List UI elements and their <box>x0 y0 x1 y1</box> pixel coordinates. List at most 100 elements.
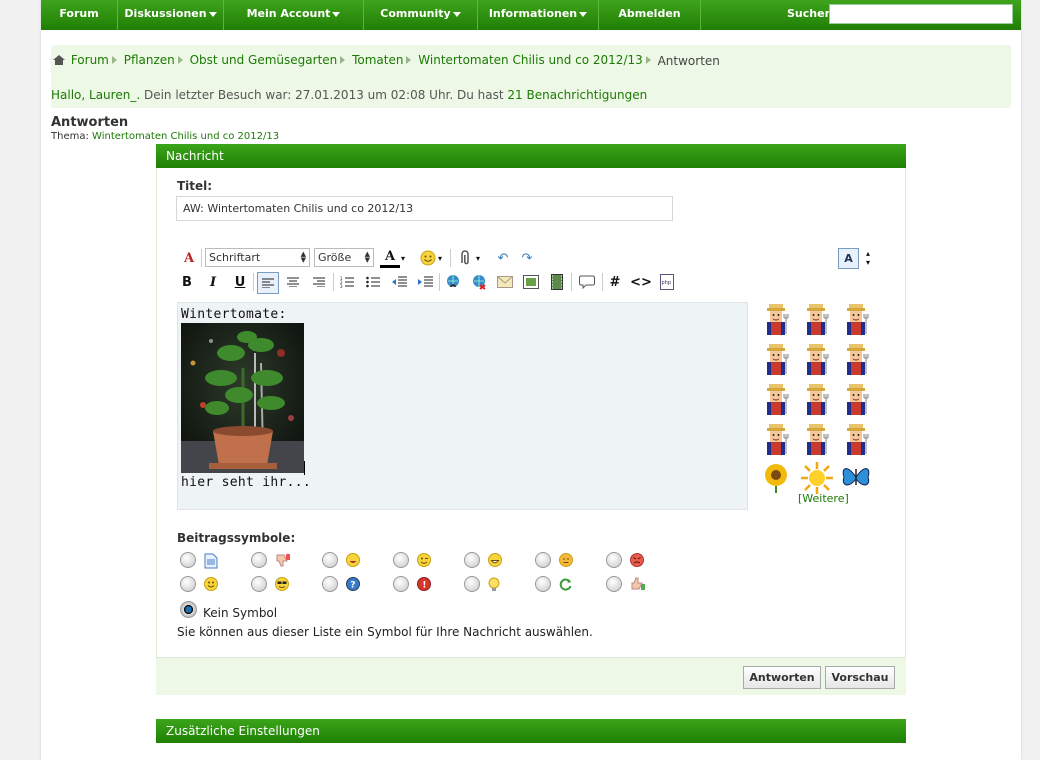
video-icon[interactable] <box>547 272 567 292</box>
post-symbol-radio[interactable] <box>535 552 551 568</box>
link-icon[interactable] <box>443 272 463 292</box>
post-symbol-radio[interactable] <box>322 552 338 568</box>
chevron-down-icon <box>208 11 217 17</box>
redo-icon[interactable]: ↷ <box>517 248 537 268</box>
post-symbols-hint: Sie können aus dieser Liste ein Symbol f… <box>177 625 593 639</box>
post-symbol-radio[interactable] <box>251 552 267 568</box>
laughing-smiley-icon <box>346 553 360 567</box>
toolbar-separator <box>439 273 440 291</box>
post-symbol-radio[interactable] <box>464 552 480 568</box>
smiley-icon[interactable] <box>799 382 835 418</box>
message-editor[interactable]: Wintertomate: hier seht ihr... <box>177 302 748 510</box>
align-right-icon[interactable] <box>309 272 329 292</box>
undo-icon[interactable]: ↶ <box>493 248 513 268</box>
breadcrumb-item[interactable]: Forum <box>71 53 109 67</box>
toolbar-separator <box>201 249 202 267</box>
smiley-icon[interactable] <box>799 302 835 338</box>
post-symbol-radio[interactable] <box>180 576 196 592</box>
nav-informationen[interactable]: Informationen <box>478 0 599 30</box>
preview-button[interactable]: Vorschau <box>825 666 895 689</box>
post-symbol-radio[interactable] <box>322 576 338 592</box>
attachment-icon[interactable] <box>455 248 475 268</box>
post-symbol-radio[interactable] <box>535 576 551 592</box>
breadcrumb-item[interactable]: Obst und Gemüsegarten <box>190 53 338 67</box>
remove-format-icon[interactable]: A <box>179 248 199 268</box>
switch-editor-mode-icon[interactable]: A <box>838 248 859 269</box>
svg-text:!: ! <box>422 581 426 591</box>
chevron-down-icon[interactable]: ▾ <box>435 248 445 268</box>
bold-icon[interactable]: B <box>177 272 197 292</box>
top-nav: Forum Diskussionen Mein Account Communit… <box>41 0 1021 30</box>
no-symbol-radio[interactable] <box>180 601 197 618</box>
post-symbols-label: Beitragssymbole: <box>177 531 296 545</box>
font-select[interactable]: Schriftart ▲ ▼ <box>205 248 310 267</box>
code-icon[interactable]: <> <box>630 272 652 292</box>
post-symbol-radio[interactable] <box>606 552 622 568</box>
thread-reference: Thema: Wintertomaten Chilis und co 2012/… <box>51 131 279 142</box>
indent-icon[interactable] <box>415 272 435 292</box>
align-left-icon[interactable] <box>257 272 279 294</box>
post-symbol-radio[interactable] <box>180 552 196 568</box>
cool-smiley-icon <box>275 577 289 591</box>
smiley-icon[interactable] <box>759 342 795 378</box>
image-icon[interactable] <box>521 272 541 292</box>
email-icon[interactable] <box>495 272 515 292</box>
breadcrumb-item[interactable]: Pflanzen <box>124 53 175 67</box>
smile-icon <box>204 577 218 591</box>
smiley-icon[interactable] <box>799 342 835 378</box>
smiley-icon[interactable] <box>839 422 875 458</box>
post-symbol-radio[interactable] <box>251 576 267 592</box>
submit-reply-button[interactable]: Antworten <box>743 666 821 689</box>
thread-link[interactable]: Wintertomaten Chilis und co 2012/13 <box>92 131 279 142</box>
outdent-icon[interactable] <box>389 272 409 292</box>
chevron-down-icon <box>579 11 588 17</box>
notifications-link[interactable]: 21 Benachrichtigungen <box>507 88 647 102</box>
text-caret <box>304 461 305 475</box>
smiley-icon[interactable] <box>759 382 795 418</box>
underline-icon[interactable]: U <box>230 272 250 292</box>
smiley-icon[interactable] <box>839 382 875 418</box>
post-symbol-radio[interactable] <box>393 576 409 592</box>
wink-smiley-icon <box>417 553 431 567</box>
tomato-plant-image <box>181 323 304 473</box>
nav-diskussionen[interactable]: Diskussionen <box>118 0 224 30</box>
smiley-icon[interactable] <box>759 422 795 458</box>
breadcrumb-separator-icon <box>406 55 412 64</box>
post-symbol-radio[interactable] <box>393 552 409 568</box>
search-input[interactable] <box>829 4 1013 24</box>
sunflower-icon[interactable] <box>760 461 796 497</box>
nav-mein-account[interactable]: Mein Account <box>224 0 364 30</box>
editor-text-line: hier seht ihr... <box>181 475 312 490</box>
smiley-icon[interactable] <box>759 302 795 338</box>
quote-icon[interactable] <box>577 272 597 292</box>
smiley-icon[interactable] <box>839 342 875 378</box>
hash-icon[interactable]: # <box>605 272 625 292</box>
unordered-list-icon[interactable] <box>363 272 383 292</box>
welcome-user[interactable]: Hallo, Lauren_. <box>51 88 140 102</box>
welcome-message: Hallo, Lauren_. Dein letzter Besuch war:… <box>51 88 647 102</box>
nav-community[interactable]: Community <box>364 0 478 30</box>
chevron-down-icon[interactable]: ▾ <box>398 248 408 268</box>
italic-icon[interactable]: I <box>203 272 223 292</box>
ordered-list-icon[interactable]: 123 <box>337 272 357 292</box>
align-center-icon[interactable] <box>283 272 303 292</box>
breadcrumb-item[interactable]: Wintertomaten Chilis und co 2012/13 <box>418 53 642 67</box>
nav-abmelden[interactable]: Abmelden <box>599 0 701 30</box>
resize-icon[interactable]: ▴ ▾ <box>863 248 873 268</box>
post-symbol-radio[interactable] <box>464 576 480 592</box>
nav-forum[interactable]: Forum <box>41 0 118 30</box>
message-panel-header: Nachricht <box>156 144 906 168</box>
smiley-icon[interactable] <box>839 302 875 338</box>
size-select[interactable]: Größe ▲ ▼ <box>314 248 374 267</box>
home-icon[interactable] <box>53 54 65 65</box>
text-color-icon[interactable]: A <box>380 248 400 268</box>
title-input[interactable]: AW: Wintertomaten Chilis und co 2012/13 <box>176 196 673 221</box>
breadcrumb-item[interactable]: Tomaten <box>352 53 403 67</box>
unlink-icon[interactable] <box>469 272 489 292</box>
smiley-icon[interactable] <box>799 422 835 458</box>
php-icon[interactable]: php <box>657 272 677 292</box>
sun-icon[interactable] <box>800 461 836 497</box>
post-symbol-radio[interactable] <box>606 576 622 592</box>
butterfly-icon[interactable] <box>840 461 876 497</box>
chevron-down-icon[interactable]: ▾ <box>473 248 483 268</box>
